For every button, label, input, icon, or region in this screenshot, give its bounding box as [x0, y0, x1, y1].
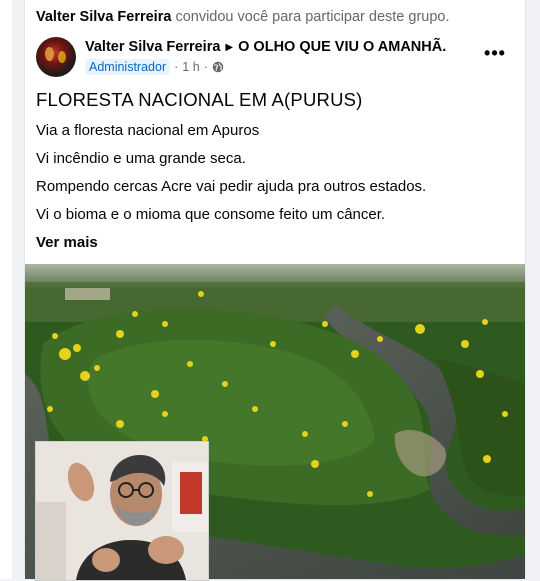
author-avatar[interactable] [36, 37, 76, 77]
more-options-button[interactable]: ••• [481, 43, 509, 63]
video-overlay-person[interactable] [35, 441, 209, 581]
ellipsis-icon: ••• [484, 43, 506, 63]
feed-left-edge [0, 0, 12, 579]
triangle-right-icon: ▶ [225, 41, 234, 53]
meta-separator: · [203, 60, 208, 74]
post-text-line: Rompendo cercas Acre vai pedir ajuda pra… [36, 178, 427, 195]
post-text-line: Vi incêndio e uma grande seca. [36, 150, 246, 167]
invite-message: convidou você para participar deste grup… [175, 9, 450, 25]
post-text-line: Via a floresta nacional em Apuros [36, 122, 260, 139]
globe-icon [212, 61, 224, 73]
group-invite-notice: Valter Silva Ferreira convidou você para… [36, 9, 450, 25]
avatar-light-shape [58, 51, 66, 63]
person-video-frame [36, 442, 208, 580]
post-text-line: Vi o bioma e o mioma que consome feito u… [36, 206, 386, 223]
see-more-link[interactable]: Ver mais [36, 234, 98, 251]
author-name[interactable]: Valter Silva Ferreira [85, 39, 220, 55]
post-meta: Administrador · 1 h · [85, 59, 224, 75]
group-name[interactable]: O OLHO QUE VIU O AMANHÃ. [238, 39, 446, 55]
post-title: FLORESTA NACIONAL EM A(PURUS) [36, 89, 363, 110]
meta-separator: · [174, 60, 179, 74]
inviter-name[interactable]: Valter Silva Ferreira [36, 9, 171, 25]
avatar-flame-shape [45, 47, 54, 61]
post-header-line: Valter Silva Ferreira ▶ O OLHO QUE VIU O… [85, 39, 446, 55]
role-badge: Administrador [85, 59, 171, 75]
post-card: Valter Silva Ferreira convidou você para… [24, 0, 526, 581]
post-timestamp[interactable]: 1 h [182, 60, 199, 74]
